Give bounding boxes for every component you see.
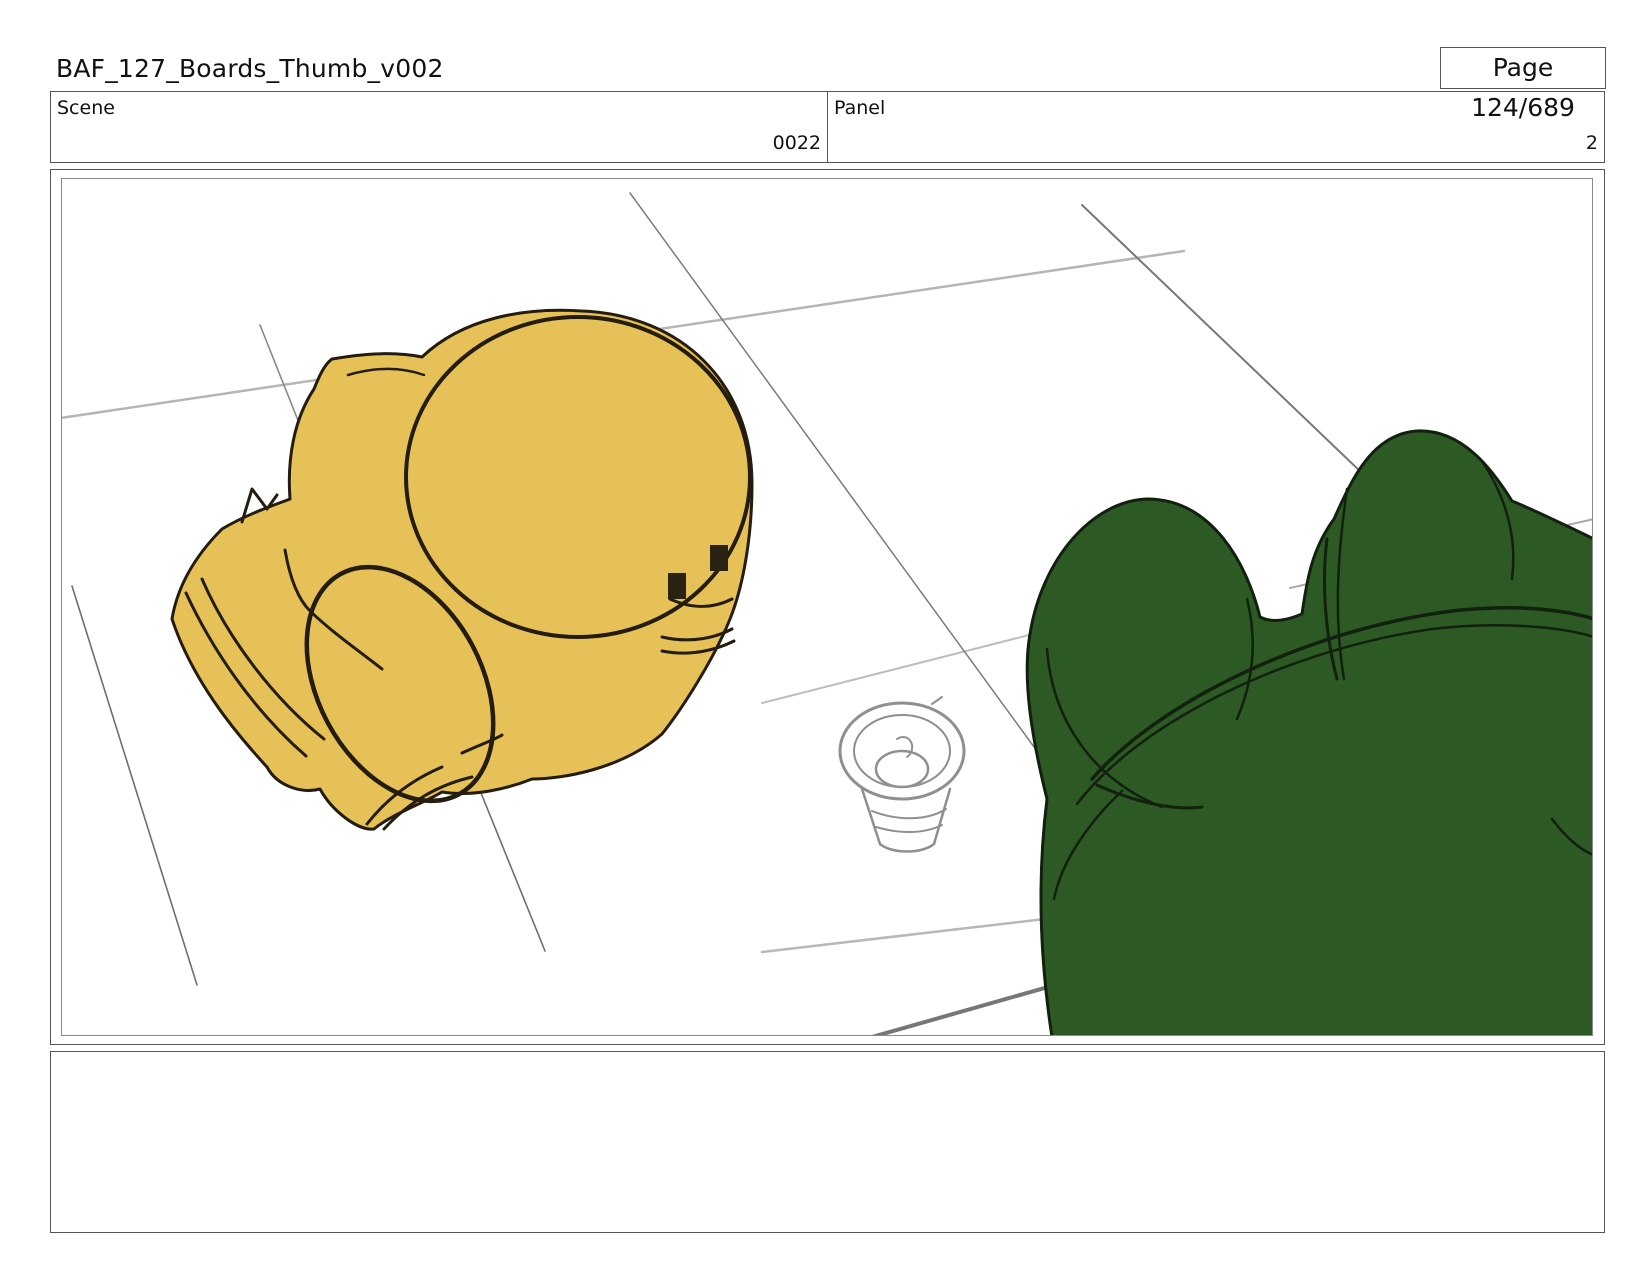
storyboard-panel-image: [61, 178, 1593, 1036]
green-character: [1025, 429, 1592, 1035]
panel-cell: Panel 2: [828, 92, 1604, 162]
scene-panel-row: Scene 0022 Panel 2: [50, 91, 1605, 163]
scene-number: 0022: [772, 132, 821, 154]
storyboard-title: BAF_127_Boards_Thumb_v002: [56, 54, 444, 83]
scene-cell: Scene 0022: [51, 92, 828, 162]
panel-number: 2: [1585, 132, 1598, 154]
page-indicator: Page 124/689: [1440, 47, 1606, 122]
panel-label: Panel: [834, 97, 886, 119]
scene-label: Scene: [57, 97, 115, 119]
small-object-sketch: [838, 696, 966, 853]
panel-drawing: [62, 192, 1592, 1035]
panel-notes-box: [50, 1051, 1605, 1233]
